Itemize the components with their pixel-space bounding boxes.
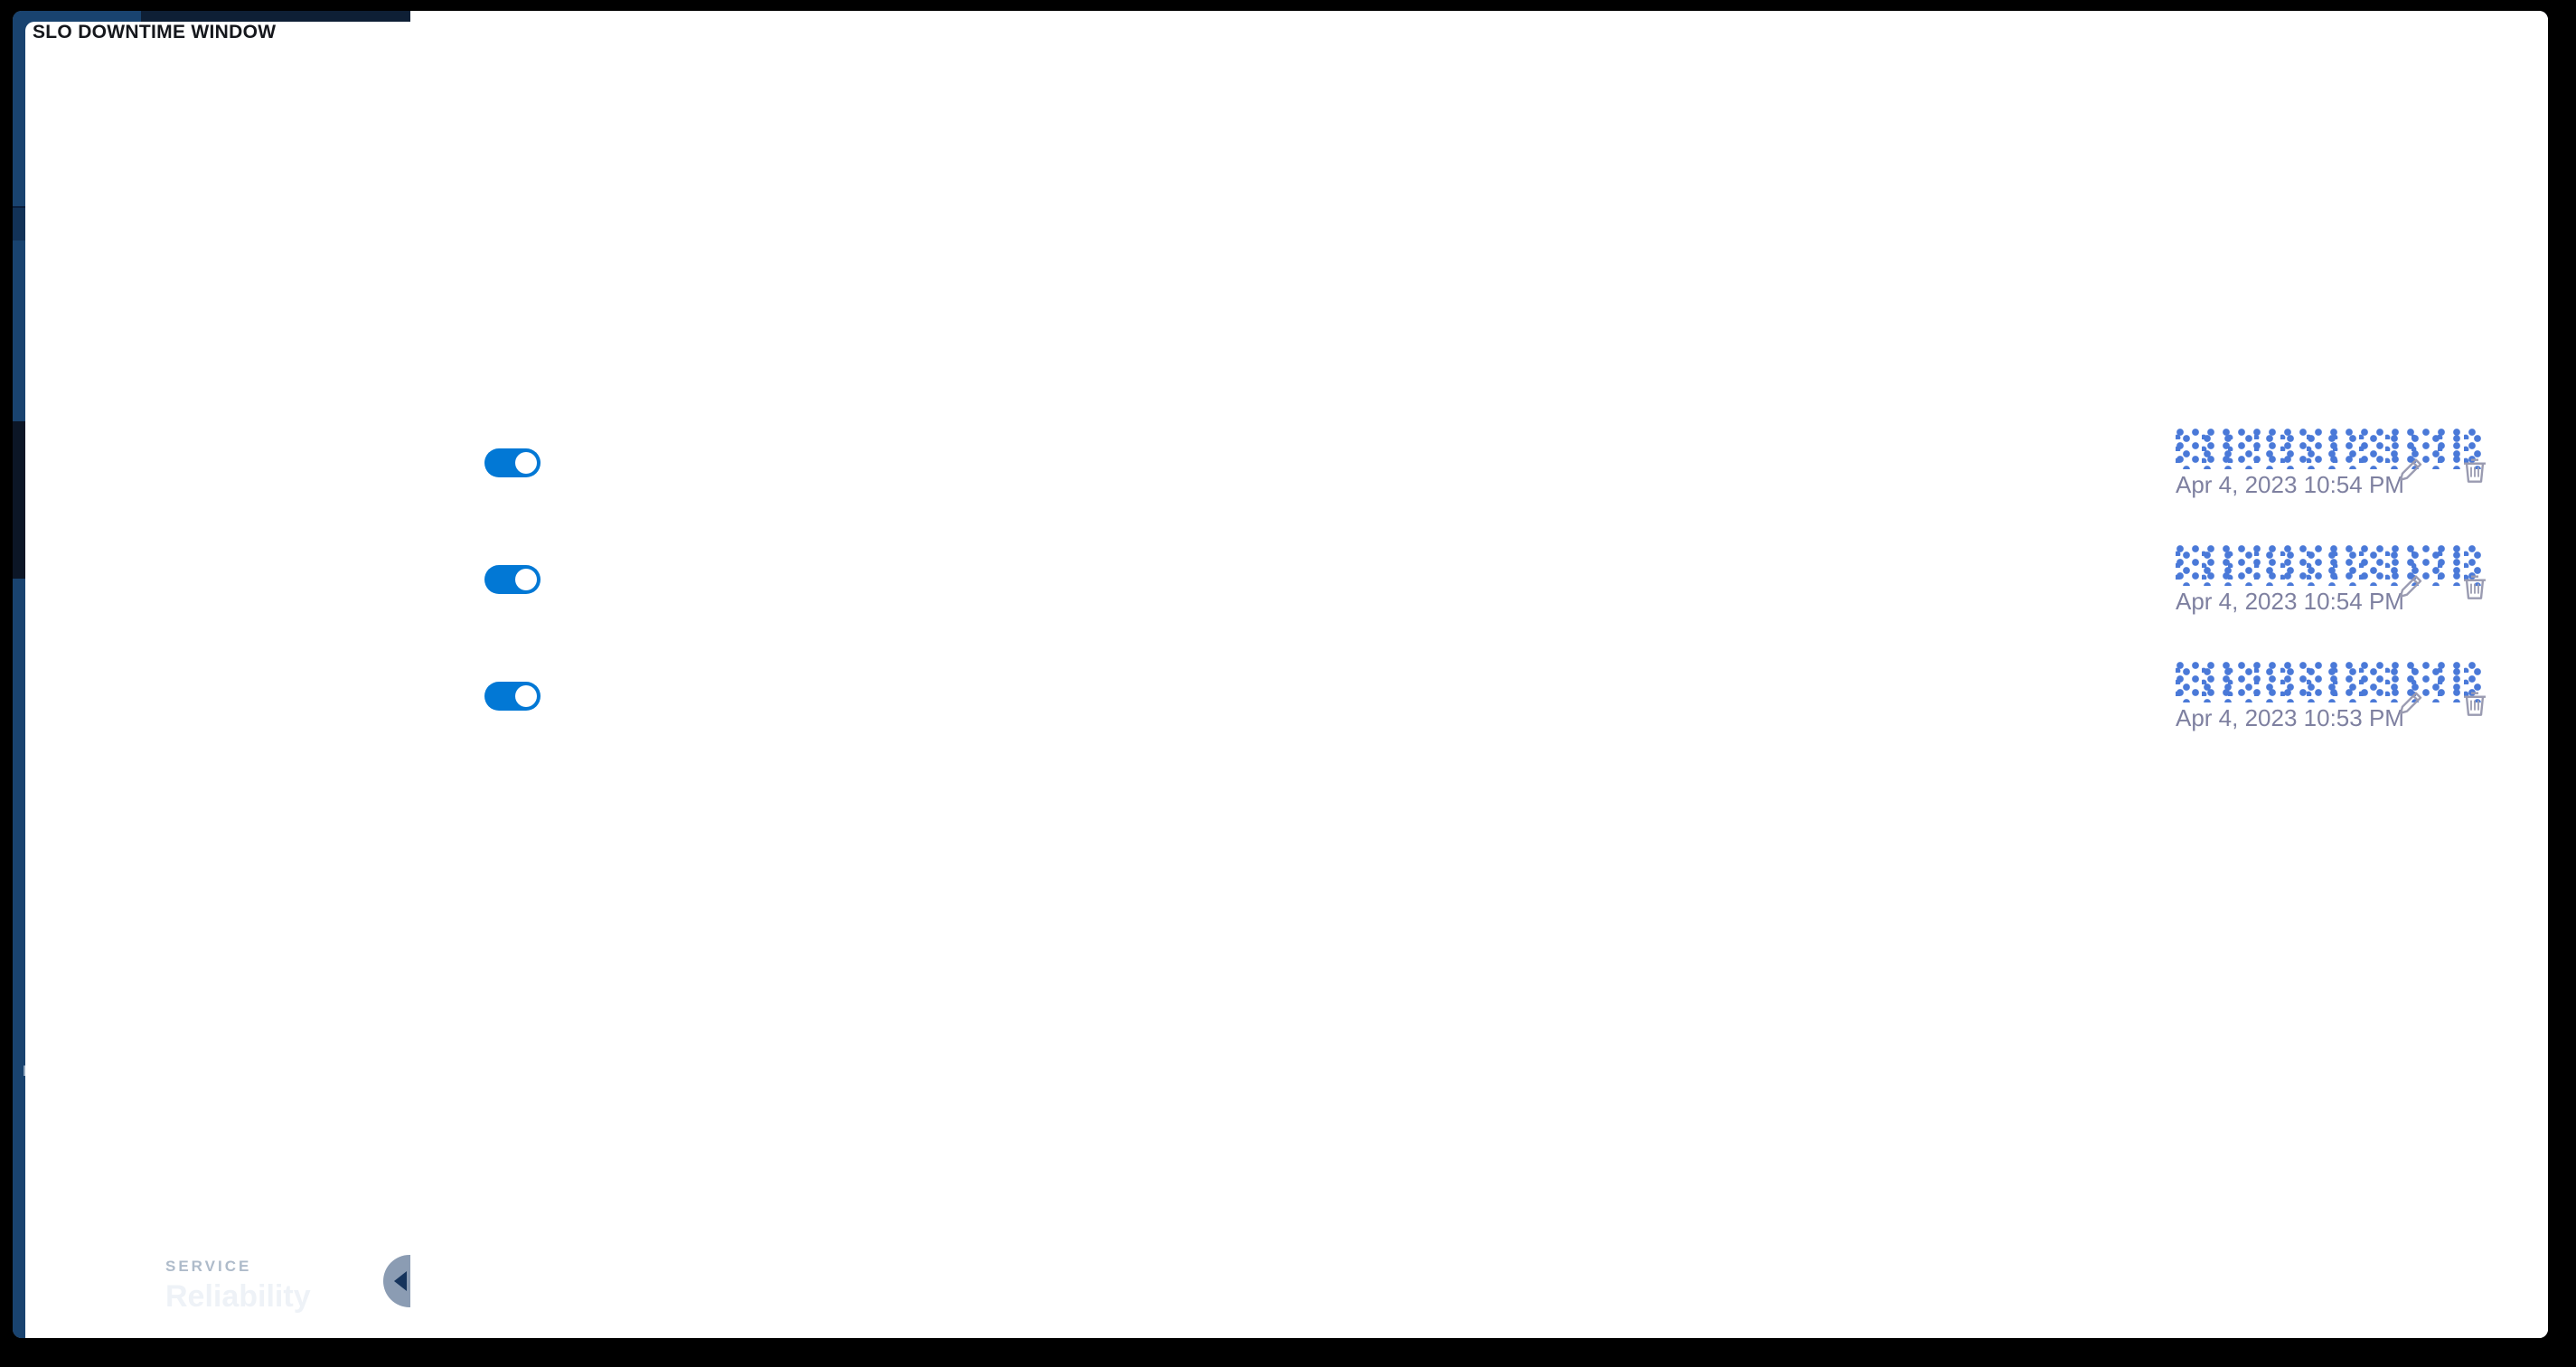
chevron-left-icon bbox=[394, 1271, 407, 1291]
status-toggle[interactable] bbox=[484, 448, 541, 477]
status-toggle[interactable] bbox=[484, 565, 541, 594]
last-modified-cell: Apr 4, 2023 10:54 PM bbox=[2170, 543, 2513, 616]
delete-icon[interactable] bbox=[2462, 572, 2487, 601]
edit-icon[interactable] bbox=[2397, 457, 2424, 484]
module-footer: SERVICE Reliability bbox=[165, 1258, 311, 1315]
app-window: Home Projects bbox=[13, 11, 2548, 1338]
delete-icon[interactable] bbox=[2462, 456, 2487, 485]
delete-icon[interactable] bbox=[2462, 689, 2487, 718]
edit-icon[interactable] bbox=[2397, 690, 2424, 717]
last-modified-cell: Apr 4, 2023 10:53 PM bbox=[2170, 660, 2513, 732]
last-modified-cell: Apr 4, 2023 10:54 PM bbox=[2170, 427, 2513, 499]
status-toggle[interactable] bbox=[484, 682, 541, 711]
main-content: DowntimeDemo SLO Downtime Downtime Histo… bbox=[25, 11, 2548, 1338]
table-header-row: STATUS DOWNTIME NAME SLO DOWNTIME WINDOW… bbox=[25, 22, 2548, 1338]
edit-icon[interactable] bbox=[2397, 573, 2424, 600]
module-footer-top: SERVICE bbox=[165, 1258, 252, 1275]
module-footer-bottom: Reliability bbox=[165, 1279, 311, 1314]
